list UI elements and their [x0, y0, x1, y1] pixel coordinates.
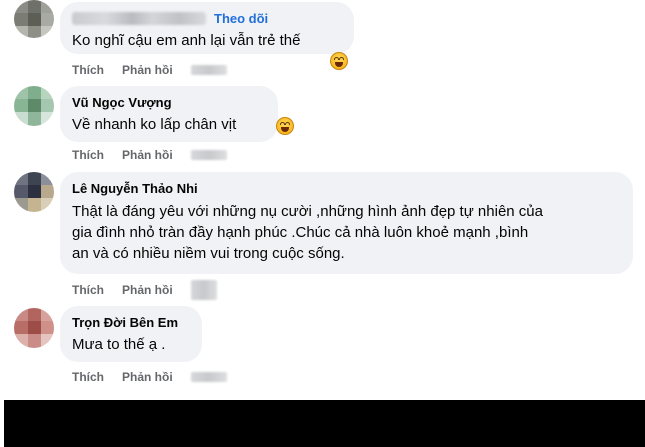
avatar[interactable] — [14, 172, 54, 212]
timestamp-redacted — [190, 372, 227, 382]
avatar[interactable] — [14, 308, 54, 348]
grinning-squint-emoji-icon — [276, 117, 294, 135]
like-button[interactable]: Thích — [72, 63, 104, 77]
comment-author-name[interactable]: Lê Nguyễn Thảo Nhi — [72, 180, 621, 197]
comment-item: Vũ Ngọc Vượng Về nhanh ko lấp chân vịt T… — [0, 86, 645, 166]
comment-item: Trọn Đời Bên Em Mưa to thế ạ . Thích Phả… — [0, 306, 645, 396]
like-button[interactable]: Thích — [72, 148, 104, 162]
reply-button[interactable]: Phản hồi — [122, 63, 173, 77]
comment-text-line: Thật là đáng yêu với những nụ cười ,nhữn… — [72, 203, 543, 220]
reply-button[interactable]: Phản hồi — [122, 283, 173, 297]
avatar[interactable] — [14, 86, 54, 126]
like-button[interactable]: Thích — [72, 283, 104, 297]
comment-text: Ko nghĩ cậu em anh lại vẫn trẻ thế — [72, 32, 301, 49]
comment-author-name[interactable]: Vũ Ngọc Vượng — [72, 94, 266, 111]
timestamp-redacted — [190, 280, 217, 300]
comment-bubble: Lê Nguyễn Thảo Nhi Thật là đáng yêu với … — [60, 172, 633, 274]
reply-button[interactable]: Phản hồi — [122, 370, 173, 384]
comment-item: Lê Nguyễn Thảo Nhi Thật là đáng yêu với … — [0, 172, 645, 302]
avatar[interactable] — [14, 0, 54, 38]
comment-bubble: Theo dõi Ko nghĩ cậu em anh lại vẫn trẻ … — [60, 2, 354, 54]
comment-text-line: gia đình nhỏ tràn đầy hạnh phúc .Chúc cả… — [72, 224, 529, 241]
comment-item: Theo dõi Ko nghĩ cậu em anh lại vẫn trẻ … — [0, 0, 645, 80]
black-letterbox-bar — [4, 400, 645, 447]
follow-link[interactable]: Theo dõi — [214, 10, 268, 27]
timestamp-redacted — [190, 150, 227, 160]
reply-button[interactable]: Phản hồi — [122, 148, 173, 162]
timestamp-redacted — [190, 65, 227, 75]
like-button[interactable]: Thích — [72, 370, 104, 384]
comment-bubble: Trọn Đời Bên Em Mưa to thế ạ . — [60, 306, 202, 362]
comment-text: Mưa to thế ạ . — [72, 336, 166, 353]
comment-author-name[interactable]: Trọn Đời Bên Em — [72, 314, 190, 331]
comment-text: Về nhanh ko lấp chân vịt — [72, 116, 237, 133]
comment-bubble: Vũ Ngọc Vượng Về nhanh ko lấp chân vịt — [60, 86, 278, 142]
comment-author-name-redacted — [72, 12, 206, 25]
grinning-squint-emoji-icon — [330, 52, 348, 70]
comment-text-line: an và có nhiều niềm vui trong cuộc sống. — [72, 245, 345, 262]
